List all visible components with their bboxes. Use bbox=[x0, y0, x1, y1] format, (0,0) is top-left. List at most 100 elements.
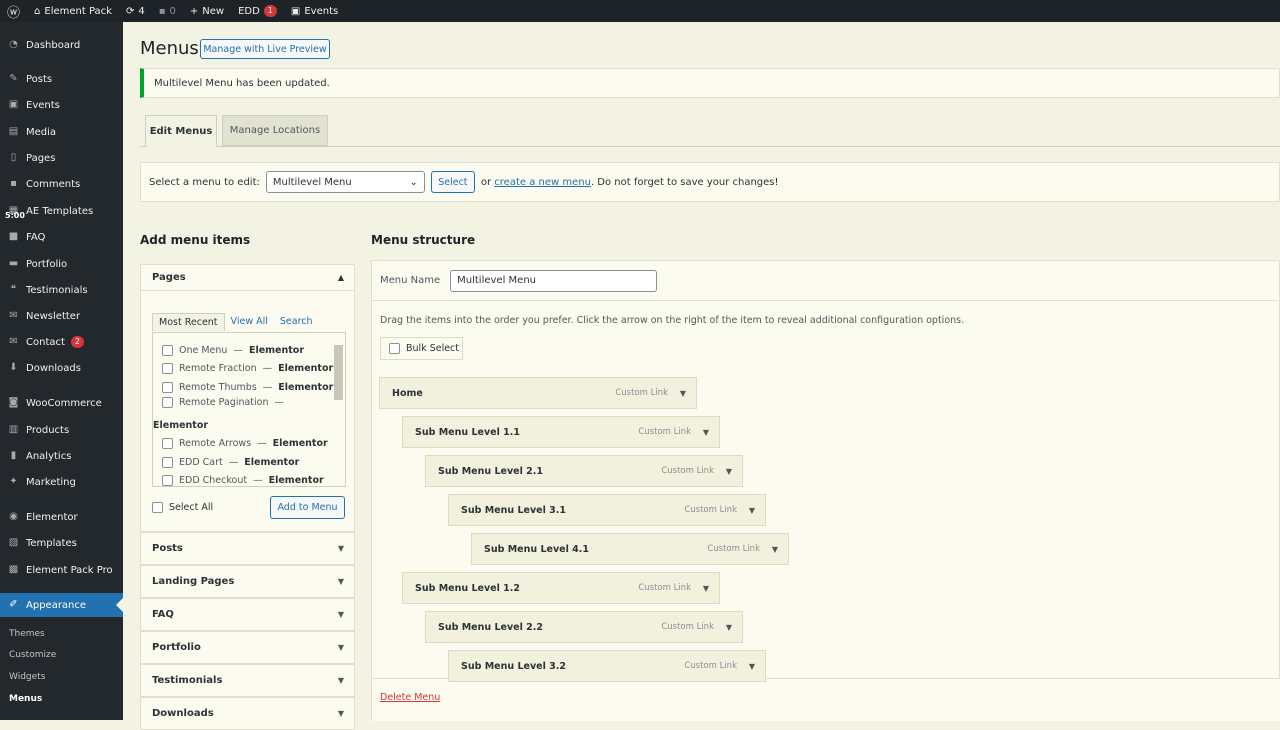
page-option[interactable]: Remote Pagination — Elementor bbox=[153, 396, 345, 435]
sidebar-item-comments[interactable]: ▪ Comments bbox=[0, 172, 123, 196]
page-checkbox[interactable] bbox=[162, 475, 173, 486]
sidebar-item-faq[interactable]: ■ FAQ bbox=[0, 225, 123, 249]
page-option[interactable]: EDD Cart — Elementor bbox=[162, 453, 345, 472]
menu-select[interactable]: Multilevel Menu ⌄ bbox=[265, 171, 425, 193]
menu-item[interactable]: Home Custom Link ▼ bbox=[379, 377, 697, 409]
section-portfolio[interactable]: Portfolio ▼ bbox=[140, 631, 355, 664]
sidebar-item-woocommerce[interactable]: ◙ WooCommerce bbox=[0, 391, 123, 415]
page-checkbox[interactable] bbox=[162, 344, 173, 356]
sidebar-item-testimonials[interactable]: ❝ Testimonials bbox=[0, 278, 123, 302]
tab-edit-menus[interactable]: Edit Menus bbox=[145, 115, 217, 147]
expand-arrow-icon[interactable]: ▼ bbox=[703, 428, 709, 437]
expand-arrow-icon[interactable]: ▼ bbox=[726, 623, 732, 632]
sidebar-item-analytics[interactable]: ▮ Analytics bbox=[0, 444, 123, 468]
bulk-select-button[interactable]: Bulk Select bbox=[380, 337, 463, 360]
submenu-widgets[interactable]: Widgets bbox=[9, 672, 45, 682]
page-option[interactable]: EDD Checkout — Elementor bbox=[162, 472, 345, 486]
calendar-icon: ▣ bbox=[8, 99, 19, 110]
menu-footer: Delete Menu bbox=[372, 678, 1280, 721]
selected-menu: Multilevel Menu bbox=[272, 176, 352, 188]
sidebar-item-appearance[interactable]: ✐ Appearance bbox=[0, 593, 123, 617]
page-checkbox[interactable] bbox=[162, 396, 173, 408]
bulk-select-checkbox[interactable] bbox=[389, 343, 400, 354]
tab-manage-locations[interactable]: Manage Locations bbox=[222, 115, 328, 146]
section-testimonials[interactable]: Testimonials ▼ bbox=[140, 664, 355, 697]
sidebar-item-events[interactable]: ▣ Events bbox=[0, 93, 123, 117]
sidebar-item-downloads[interactable]: ⬇ Downloads bbox=[0, 356, 123, 380]
submenu-menus[interactable]: Menus bbox=[9, 694, 42, 704]
sidebar-item-element-pack-pro[interactable]: ▩ Element Pack Pro bbox=[0, 558, 123, 582]
page-option[interactable]: Remote Arrows — Elementor bbox=[162, 435, 345, 454]
menu-structure-heading: Menu structure bbox=[371, 233, 476, 247]
page-checkbox[interactable] bbox=[162, 456, 173, 468]
select-all[interactable]: Select All bbox=[152, 502, 213, 513]
menu-item[interactable]: Sub Menu Level 3.1 Custom Link ▼ bbox=[448, 494, 766, 526]
delete-menu-link[interactable]: Delete Menu bbox=[380, 692, 440, 703]
page-option[interactable]: One Menu — Elementor bbox=[162, 341, 345, 360]
section-faq[interactable]: FAQ ▼ bbox=[140, 598, 355, 631]
menu-item[interactable]: Sub Menu Level 4.1 Custom Link ▼ bbox=[471, 533, 789, 565]
scrollbar-thumb[interactable] bbox=[334, 345, 343, 400]
section-landing-pages[interactable]: Landing Pages ▼ bbox=[140, 565, 355, 598]
menu-item[interactable]: Sub Menu Level 2.1 Custom Link ▼ bbox=[425, 455, 743, 487]
expand-arrow-icon[interactable]: ▼ bbox=[680, 389, 686, 398]
menu-item[interactable]: Sub Menu Level 1.2 Custom Link ▼ bbox=[402, 572, 720, 604]
expand-arrow-icon[interactable]: ▼ bbox=[703, 584, 709, 593]
pin-icon: ✎ bbox=[9, 73, 18, 84]
create-menu-link[interactable]: create a new menu bbox=[494, 177, 591, 188]
submenu-customize[interactable]: Customize bbox=[9, 650, 56, 660]
page-checkbox[interactable] bbox=[162, 381, 173, 393]
section-title: Portfolio bbox=[152, 642, 201, 653]
wordpress-logo-icon[interactable]: ⓦ bbox=[0, 0, 27, 22]
sidebar-item-label: Appearance bbox=[26, 599, 87, 611]
tab-most-recent[interactable]: Most Recent bbox=[152, 313, 225, 331]
select-button[interactable]: Select bbox=[430, 171, 475, 193]
sidebar-item-dashboard[interactable]: ◔ Dashboard bbox=[0, 33, 123, 57]
select-all-checkbox[interactable] bbox=[152, 502, 163, 513]
sidebar-item-media[interactable]: ▤ Media bbox=[0, 120, 123, 144]
sidebar-item-marketing[interactable]: ✦ Marketing bbox=[0, 470, 123, 494]
section-posts[interactable]: Posts ▼ bbox=[140, 532, 355, 565]
site-name-link[interactable]: ⌂ Element Pack bbox=[27, 0, 119, 22]
add-to-menu-button[interactable]: Add to Menu bbox=[270, 496, 345, 519]
updates-link[interactable]: ⟳ 4 bbox=[119, 0, 152, 22]
scrollbar[interactable] bbox=[334, 337, 343, 483]
sidebar-item-products[interactable]: ▥ Products bbox=[0, 418, 123, 442]
events-link[interactable]: ▣ Events bbox=[284, 0, 345, 22]
sidebar-item-portfolio[interactable]: ▬ Portfolio bbox=[0, 252, 123, 276]
live-preview-button[interactable]: Manage with Live Preview bbox=[200, 39, 330, 59]
edd-link[interactable]: EDD 1 bbox=[231, 0, 284, 22]
page-option[interactable]: Remote Thumbs — Elementor bbox=[162, 378, 345, 397]
select-label: Select a menu to edit: bbox=[149, 176, 260, 188]
menu-name-input[interactable]: Multilevel Menu bbox=[450, 269, 658, 292]
menu-item[interactable]: Sub Menu Level 1.1 Custom Link ▼ bbox=[402, 416, 720, 448]
menu-item[interactable]: Sub Menu Level 3.2 Custom Link ▼ bbox=[448, 650, 766, 682]
tab-view-all[interactable]: View All bbox=[225, 313, 274, 331]
menu-name-row: Menu Name Multilevel Menu bbox=[372, 261, 1279, 301]
new-content-link[interactable]: + New bbox=[183, 0, 231, 22]
sidebar-item-label: Comments bbox=[26, 178, 81, 190]
comments-link[interactable]: ▪ 0 bbox=[152, 0, 183, 22]
expand-arrow-icon[interactable]: ▼ bbox=[772, 545, 778, 554]
sidebar-item-pages[interactable]: ▯ Pages bbox=[0, 146, 123, 170]
sidebar-item-newsletter[interactable]: ✉ Newsletter bbox=[0, 304, 123, 328]
sidebar-item-contact[interactable]: ✉ Contact 2 bbox=[0, 330, 123, 354]
expand-arrow-icon[interactable]: ▼ bbox=[726, 467, 732, 476]
sidebar-item-elementor[interactable]: ◉ Elementor bbox=[0, 505, 123, 529]
sidebar-item-label: Products bbox=[26, 424, 70, 436]
pages-section-header[interactable]: Pages ▲ bbox=[141, 265, 354, 291]
sidebar-item-templates[interactable]: ▧ Templates bbox=[0, 531, 123, 555]
section-title: Posts bbox=[152, 543, 183, 554]
menu-item[interactable]: Sub Menu Level 2.2 Custom Link ▼ bbox=[425, 611, 743, 643]
page-option[interactable]: Remote Fraction — Elementor bbox=[162, 360, 345, 379]
marketing-icon: ✦ bbox=[9, 476, 18, 487]
tab-search[interactable]: Search bbox=[274, 313, 319, 331]
page-checkbox[interactable] bbox=[162, 438, 173, 450]
expand-arrow-icon[interactable]: ▼ bbox=[749, 506, 755, 515]
section-title: Downloads bbox=[152, 708, 214, 719]
submenu-themes[interactable]: Themes bbox=[9, 629, 45, 639]
section-downloads[interactable]: Downloads ▼ bbox=[140, 697, 355, 730]
expand-arrow-icon[interactable]: ▼ bbox=[749, 662, 755, 671]
sidebar-item-posts[interactable]: ✎ Posts bbox=[0, 67, 123, 91]
page-checkbox[interactable] bbox=[162, 363, 173, 375]
